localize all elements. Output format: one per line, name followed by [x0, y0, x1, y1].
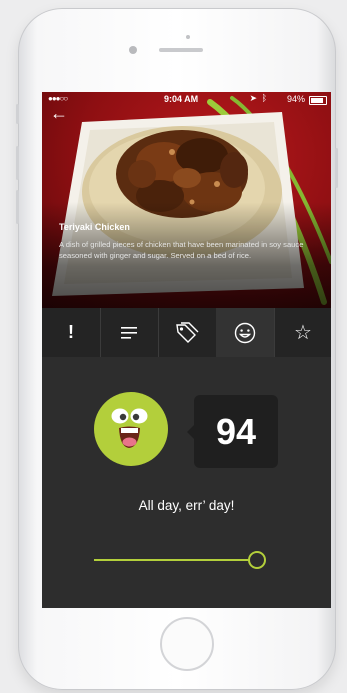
rating-slider[interactable]	[94, 550, 276, 570]
tab-details[interactable]	[100, 308, 158, 357]
proximity-sensor	[186, 35, 190, 39]
tab-favorite[interactable]: ☆	[274, 308, 331, 357]
dish-title: Teriyaki Chicken	[59, 222, 130, 232]
star-icon: ☆	[294, 322, 312, 344]
rating-panel: 94 All day, err’ day!	[42, 357, 331, 608]
mute-switch	[16, 104, 19, 124]
app-screen: ●●●○○ 9:04 AM ➤ ᛒ 94% ← Teriyaki Chicken…	[42, 92, 331, 608]
dish-hero-image: ●●●○○ 9:04 AM ➤ ᛒ 94% ← Teriyaki Chicken…	[42, 92, 331, 308]
power-button	[335, 148, 338, 188]
tags-icon	[176, 321, 199, 343]
list-icon	[121, 326, 137, 339]
status-time: 9:04 AM	[164, 94, 199, 104]
rating-tagline: All day, err’ day!	[138, 498, 235, 513]
battery-icon	[309, 96, 327, 105]
tab-tags[interactable]	[158, 308, 216, 357]
earpiece-speaker	[159, 48, 203, 52]
happy-face-icon	[94, 392, 168, 466]
tab-bar: ! ☆	[42, 308, 331, 357]
front-camera	[129, 46, 137, 54]
exclamation-icon: !	[68, 322, 74, 342]
battery-percent: 94%	[286, 94, 305, 104]
tab-rating[interactable]	[216, 308, 274, 357]
rating-score: 94	[215, 411, 257, 452]
back-arrow-icon: ←	[50, 103, 68, 123]
tab-alerts[interactable]: !	[42, 308, 100, 357]
location-icon: ➤	[249, 93, 257, 103]
bluetooth-icon: ᛒ	[261, 93, 267, 103]
slider-thumb[interactable]	[248, 551, 266, 569]
back-button[interactable]: ←	[50, 104, 72, 122]
home-button[interactable]	[160, 617, 214, 671]
volume-up-button	[16, 146, 19, 180]
volume-down-button	[16, 190, 19, 224]
dish-description: A dish of grilled pieces of chicken that…	[59, 240, 304, 260]
signal-strength: ●●●○○	[48, 94, 68, 103]
slider-track	[94, 559, 250, 561]
smiley-icon	[234, 322, 256, 343]
status-bar: ●●●○○ 9:04 AM ➤ ᛒ 94%	[42, 92, 331, 106]
